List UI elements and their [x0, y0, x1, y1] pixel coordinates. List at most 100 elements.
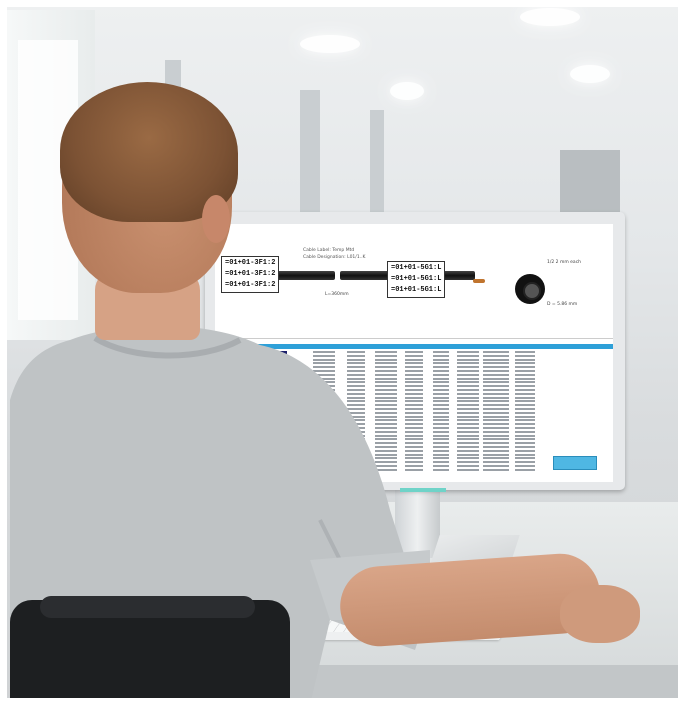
cross-section-label: 1/2 2 mm each	[547, 260, 582, 265]
table-cell	[457, 358, 479, 361]
table-cell	[433, 415, 449, 418]
table-cell	[457, 400, 479, 403]
table-cell	[483, 438, 509, 441]
table-cell	[433, 389, 449, 391]
table-cell	[433, 396, 449, 399]
table-cell	[457, 427, 479, 429]
table-cell	[483, 362, 509, 365]
table-cell	[433, 419, 449, 422]
table-cell	[515, 400, 535, 403]
table-cell	[483, 400, 509, 403]
cable-length-label: L=360mm	[325, 292, 349, 297]
table-cell	[433, 381, 449, 384]
table-cell	[483, 381, 509, 384]
table-cell	[457, 354, 479, 357]
table-cell	[433, 442, 449, 445]
table-cell	[457, 468, 479, 471]
table-cell	[515, 465, 535, 467]
table-cell	[483, 377, 509, 380]
table-cell	[515, 457, 535, 460]
table-cell	[433, 370, 449, 372]
background-pillar	[370, 110, 384, 220]
table-cell	[433, 362, 449, 365]
table-cell	[457, 392, 479, 395]
table-cell	[483, 358, 509, 361]
cable-designation-heading: Cable Designation: L01/1..K	[303, 255, 366, 260]
table-cell	[515, 377, 535, 380]
table-cell	[457, 362, 479, 365]
table-cell	[457, 381, 479, 384]
table-cell	[515, 408, 535, 410]
table-cell	[433, 408, 449, 410]
table-cell	[433, 453, 449, 456]
table-cell	[457, 430, 479, 433]
table-cell	[483, 419, 509, 422]
table-cell	[433, 411, 449, 414]
table-cell	[483, 423, 509, 426]
right-cable-labels: =01+01-5G1:L =01+01-5G1:L =01+01-5G1:L	[387, 261, 446, 298]
right-label-2: =01+01-5G1:L	[391, 275, 442, 283]
table-cell	[457, 389, 479, 391]
table-cell	[483, 385, 509, 388]
table-cell	[483, 446, 509, 448]
table-cell	[433, 461, 449, 464]
table-cell	[457, 419, 479, 422]
table-cell	[433, 457, 449, 460]
table-cell	[483, 430, 509, 433]
table-cell	[457, 415, 479, 418]
table-cell	[433, 377, 449, 380]
left-label-1: =01+01-3F1:2	[225, 259, 276, 267]
table-cell	[433, 449, 449, 452]
table-cell	[457, 465, 479, 467]
table-cell	[457, 461, 479, 464]
ceiling-light	[300, 35, 360, 53]
table-cell	[483, 434, 509, 437]
table-cell	[433, 446, 449, 448]
table-cell	[433, 400, 449, 403]
table-cell	[515, 419, 535, 422]
table-cell	[433, 427, 449, 429]
table-cell	[515, 396, 535, 399]
action-button[interactable]	[553, 456, 597, 470]
diameter-label: D = 5.86 mm	[547, 302, 578, 307]
table-cell	[457, 408, 479, 410]
ceiling-light	[570, 65, 610, 83]
table-cell	[483, 465, 509, 467]
left-label-2: =01+01-3F1:2	[225, 270, 276, 278]
table-cell	[483, 415, 509, 418]
table-cell	[433, 373, 449, 376]
table-cell	[433, 354, 449, 357]
person-ear	[202, 195, 230, 243]
table-cell	[515, 438, 535, 441]
table-cell	[515, 389, 535, 391]
table-cell	[483, 392, 509, 395]
ceiling-light	[390, 82, 424, 100]
table-cell	[483, 396, 509, 399]
table-cell	[515, 404, 535, 407]
table-cell	[457, 423, 479, 426]
table-cell	[483, 351, 509, 353]
table-cell	[457, 366, 479, 369]
table-cell	[515, 411, 535, 414]
table-cell	[483, 373, 509, 376]
table-cell	[515, 358, 535, 361]
table-cell	[515, 434, 535, 437]
table-cell	[515, 385, 535, 388]
table-cell	[483, 457, 509, 460]
table-cell	[515, 461, 535, 464]
table-cell	[515, 446, 535, 448]
table-cell	[515, 442, 535, 445]
table-cell	[457, 396, 479, 399]
cable-label-heading: Cable Label: Temp Mtd	[303, 248, 355, 253]
table-cell	[483, 389, 509, 391]
table-cell	[433, 404, 449, 407]
table-cell	[457, 457, 479, 460]
cable-conductor-end	[473, 279, 485, 283]
table-cell	[433, 465, 449, 467]
table-cell	[515, 453, 535, 456]
table-cell	[483, 427, 509, 429]
table-cell	[433, 468, 449, 471]
table-cell	[483, 404, 509, 407]
table-cell	[515, 415, 535, 418]
office-chair-top	[40, 596, 255, 618]
